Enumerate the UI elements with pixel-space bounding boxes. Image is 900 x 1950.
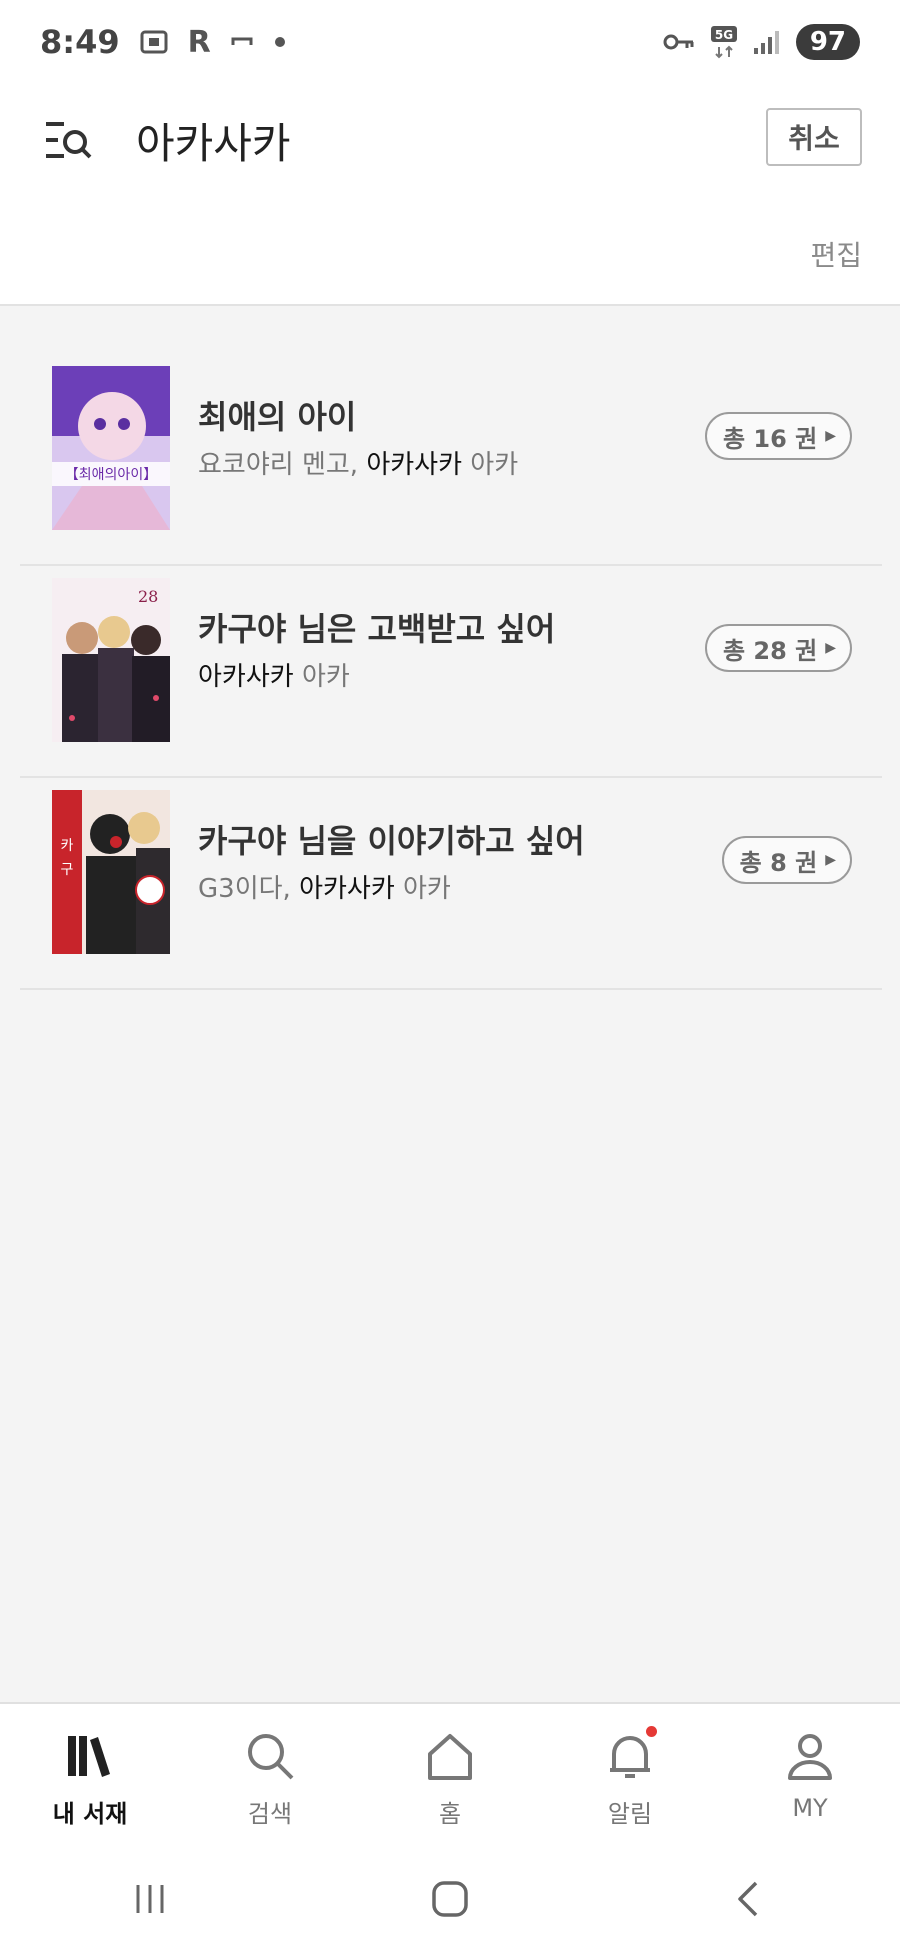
search-icon: [248, 1734, 294, 1780]
signal-icon: [753, 31, 779, 54]
r-indicator: R: [187, 24, 211, 60]
author-suffix: 아카: [293, 662, 350, 692]
system-navigation-bar: [0, 1848, 900, 1950]
edit-button[interactable]: 편집: [810, 234, 862, 274]
author-suffix: 아카: [462, 450, 519, 480]
network-5g-icon: 5G: [710, 26, 737, 59]
volume-count-button[interactable]: 총 16 권 ▶: [704, 412, 852, 460]
status-left: 8:49 R: [40, 23, 287, 61]
book-cover-image: 카 구: [52, 790, 170, 954]
nav-notifications[interactable]: 알림: [540, 1704, 720, 1848]
recent-apps-icon[interactable]: [120, 1869, 180, 1929]
book-title: 최애의 아이: [198, 398, 357, 436]
book-cover-image: 【최애의아이】: [52, 366, 170, 530]
author-highlight: 아카사카: [366, 450, 463, 480]
volume-count-label: 총 16 권: [722, 424, 818, 453]
chevron-right-icon: ▶: [825, 640, 836, 656]
nav-search[interactable]: 검색: [180, 1704, 360, 1848]
book-list: 【최애의아이】 최애의 아이 요코야리 멘고, 아카사카 아카 총 16 권 ▶…: [20, 354, 882, 990]
battery-indicator: 97: [795, 24, 860, 60]
nav-label: MY: [792, 1794, 828, 1822]
nav-home[interactable]: 홈: [360, 1704, 540, 1848]
search-query-title[interactable]: 아카사카: [136, 110, 291, 171]
author-plain: 요코야리 멘고,: [198, 450, 367, 480]
svg-text:28: 28: [138, 587, 158, 606]
menu-search-icon[interactable]: [42, 114, 94, 166]
book-authors: 아카사카 아카: [198, 656, 350, 693]
author-highlight: 아카사카: [198, 662, 294, 692]
nav-label: 알림: [607, 1800, 653, 1828]
volume-count-label: 총 8 권: [739, 848, 818, 877]
book-list-item[interactable]: 【최애의아이】 최애의 아이 요코야리 멘고, 아카사카 아카 총 16 권 ▶: [20, 354, 882, 566]
chevron-right-icon: ▶: [825, 852, 836, 868]
library-icon: [68, 1736, 110, 1777]
author-plain: G3이다,: [198, 874, 300, 904]
notification-badge: [646, 1726, 657, 1737]
author-suffix: 아카: [394, 874, 451, 904]
search-header: 아카사카 취소 편집: [0, 84, 900, 306]
volume-count-button[interactable]: 총 8 권 ▶: [721, 836, 852, 884]
nav-my-library[interactable]: 내 서재: [0, 1704, 180, 1848]
volume-count-label: 총 28 권: [722, 636, 818, 665]
chevron-right-icon: ▶: [825, 428, 836, 444]
svg-text:【최애의아이】: 【최애의아이】: [65, 467, 157, 483]
author-highlight: 아카사카: [299, 874, 395, 904]
svg-text:카: 카: [61, 838, 74, 854]
status-bar: 8:49 R 5G 97: [0, 0, 900, 84]
vpn-key-icon: [663, 34, 694, 50]
nav-label: 홈: [438, 1800, 462, 1828]
book-authors: 요코야리 멘고, 아카사카 아카: [198, 444, 518, 481]
volume-count-button[interactable]: 총 28 권 ▶: [704, 624, 852, 672]
book-title: 카구야 님을 이야기하고 싶어: [198, 822, 585, 860]
book-list-item[interactable]: 28 카구야 님은 고백받고 싶어 아카사카 아카 총 28 권 ▶: [20, 566, 882, 778]
minus-icon: [231, 37, 253, 45]
status-time: 8:49: [40, 23, 120, 61]
svg-text:5G: 5G: [715, 28, 733, 42]
book-authors: G3이다, 아카사카 아카: [198, 868, 451, 905]
cancel-button[interactable]: 취소: [766, 108, 862, 166]
nav-my[interactable]: MY: [720, 1704, 900, 1848]
bottom-navigation: 내 서재 검색 홈 알림 MY: [0, 1702, 900, 1848]
dot-icon: [274, 37, 285, 47]
book-title: 카구야 님은 고백받고 싶어: [198, 610, 556, 648]
status-right: 5G 97: [662, 24, 860, 60]
back-icon[interactable]: [720, 1869, 780, 1929]
person-icon: [788, 1734, 832, 1780]
svg-text:구: 구: [61, 862, 74, 878]
home-button-icon[interactable]: [420, 1869, 480, 1929]
nav-label: 내 서재: [52, 1800, 128, 1828]
nav-label: 검색: [247, 1800, 293, 1828]
book-cover-image: 28: [52, 578, 170, 742]
home-icon: [428, 1734, 472, 1780]
book-list-item[interactable]: 카 구 카구야 님을 이야기하고 싶어 G3이다, 아카사카 아카 총 8 권 …: [20, 778, 882, 990]
screenshot-icon: [140, 30, 168, 54]
